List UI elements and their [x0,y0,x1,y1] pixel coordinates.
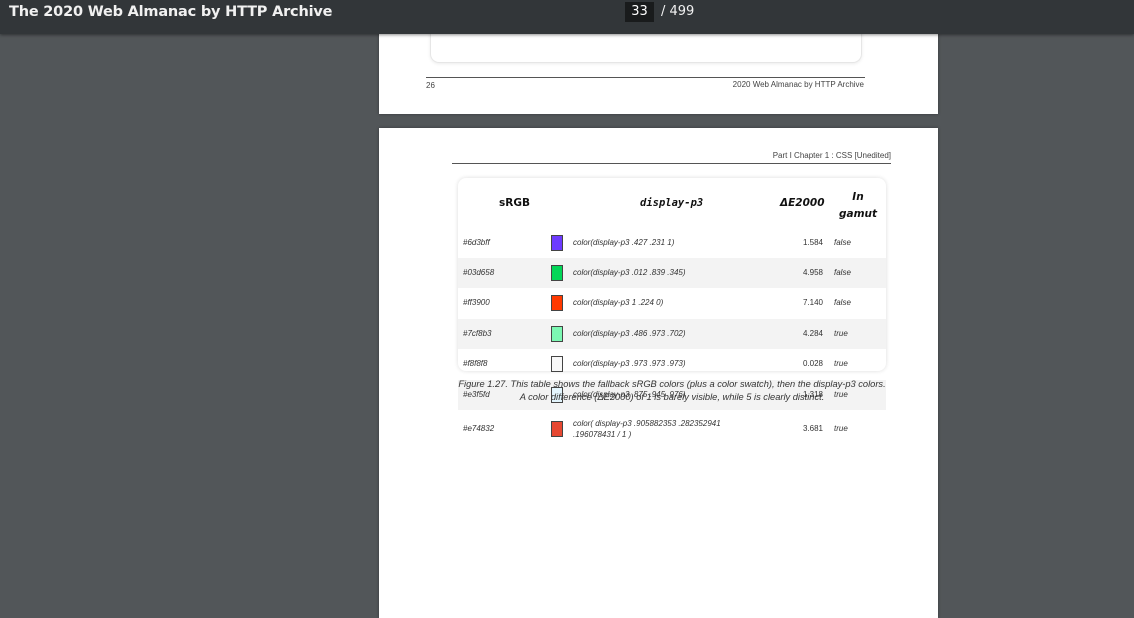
color-swatch [551,295,563,311]
column-header-in-gamut: In gamut [838,189,878,223]
delta-e-value: 1.584 [802,238,823,247]
delta-e-value: 3.681 [802,424,823,433]
pdf-toolbar: The 2020 Web Almanac by HTTP Archive 33 … [0,0,1134,34]
table-row: #6d3bff color(display-p3 .427 .231 1) 1.… [458,228,886,258]
table-row: #03d658 color(display-p3 .012 .839 .345)… [458,258,886,288]
delta-e-value: 4.284 [802,329,823,338]
display-p3-value: color(display-p3 .973 .973 .973) [573,359,686,368]
in-gamut-value: true [834,359,848,368]
in-gamut-value: false [834,268,851,277]
color-swatch [551,235,563,251]
header-gamut-line1: In [852,191,864,203]
display-p3-value: color(display-p3 .012 .839 .345) [573,268,686,277]
footer-page-number: 26 [426,81,435,90]
display-p3-value: color( display-p3 .905882353 .282352941 … [573,418,721,440]
delta-e-value: 0.028 [802,359,823,368]
color-swatch [551,265,563,281]
srgb-hex: #e74832 [463,424,495,433]
table-row: #ff3900 color(display-p3 1 .224 0) 7.140… [458,288,886,318]
column-header-delta-e: ΔE2000 [780,197,825,209]
footer-title: 2020 Web Almanac by HTTP Archive [732,80,864,89]
table-row: #7cf8b3 color(display-p3 .486 .973 .702)… [458,319,886,349]
in-gamut-value: false [834,298,851,307]
document-title: The 2020 Web Almanac by HTTP Archive [9,4,333,20]
display-p3-line1: color( display-p3 .905882353 .282352941 [573,419,721,428]
display-p3-value: color(display-p3 .486 .973 .702) [573,329,686,338]
header-gamut-line2: gamut [838,208,878,220]
color-swatch [551,356,563,372]
srgb-hex: #6d3bff [463,238,490,247]
delta-e-value: 7.140 [802,298,823,307]
table-row: #e74832 color( display-p3 .905882353 .28… [458,414,886,444]
srgb-hex: #03d658 [463,268,495,277]
delta-e-value: 4.958 [802,268,823,277]
in-gamut-value: false [834,238,851,247]
pdf-page-current: Part I Chapter 1 : CSS [Unedited] sRGB d… [379,128,938,618]
footer-rule [426,77,865,78]
table-row: #f8f8f8 color(display-p3 .973 .973 .973)… [458,349,886,379]
color-swatch [551,421,563,437]
srgb-hex: #7cf8b3 [463,329,492,338]
in-gamut-value: true [834,424,848,433]
page-total-count: / 499 [661,4,695,19]
page-number-input[interactable]: 33 [625,2,654,22]
column-header-srgb: sRGB [499,197,530,209]
srgb-hex: #f8f8f8 [463,359,488,368]
srgb-hex: #ff3900 [463,298,490,307]
figure-caption: Figure 1.27. This table shows the fallba… [458,379,886,402]
header-rule [452,163,891,164]
column-header-display-p3: display-p3 [640,197,704,209]
color-swatch [551,326,563,342]
display-p3-value: color(display-p3 .427 .231 1) [573,238,675,247]
page-header: Part I Chapter 1 : CSS [Unedited] [772,151,891,160]
display-p3-value: color(display-p3 1 .224 0) [573,298,664,307]
display-p3-line2: .196078431 / 1 ) [573,430,632,439]
in-gamut-value: true [834,329,848,338]
